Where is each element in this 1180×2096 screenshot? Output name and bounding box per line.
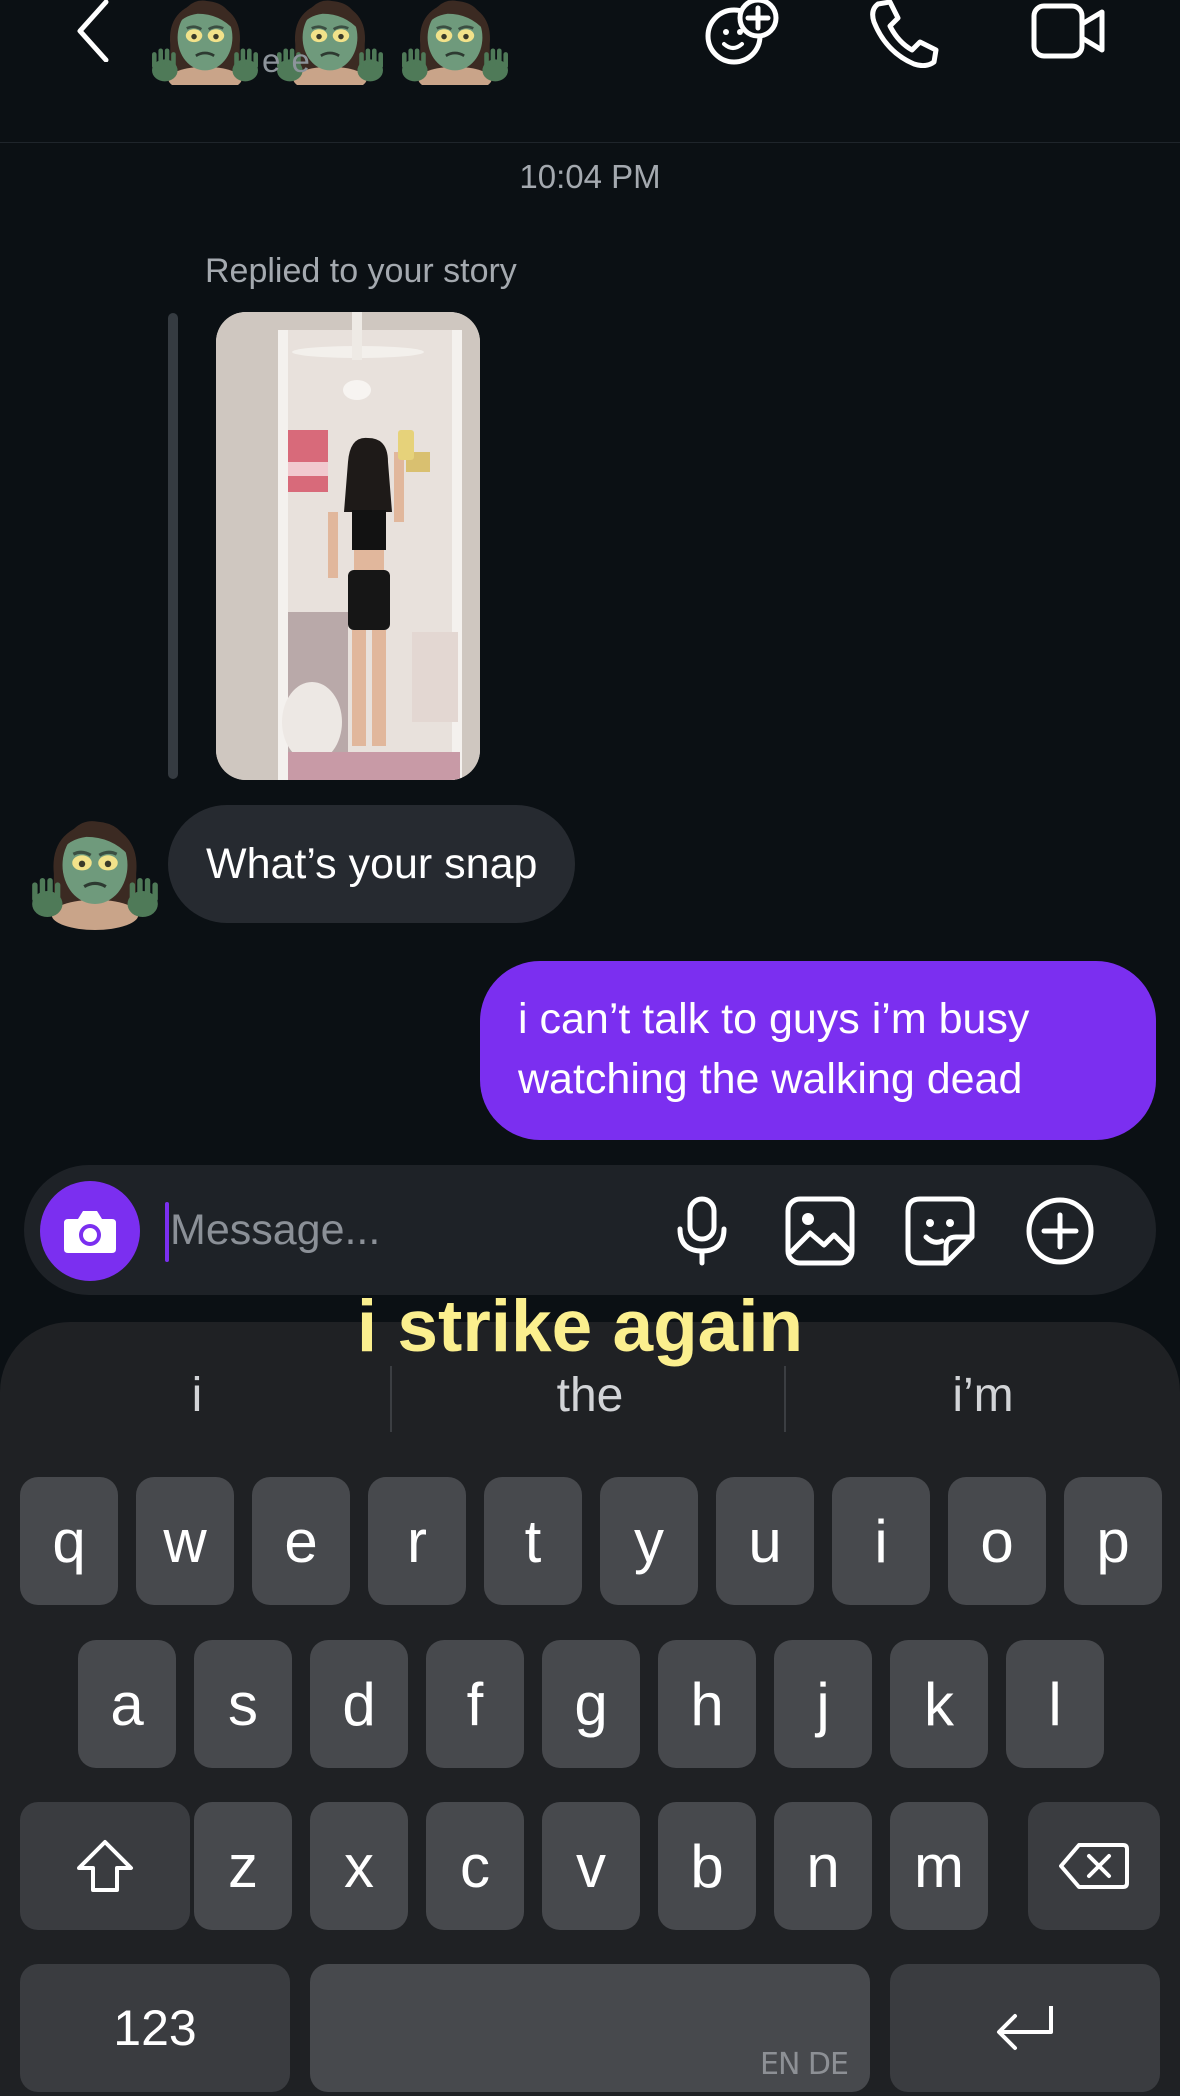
camera-button[interactable] [40, 1181, 140, 1281]
return-key[interactable] [890, 1964, 1160, 2092]
story-reply-label: Replied to your story [205, 252, 517, 290]
suggestion-divider [390, 1366, 392, 1432]
key-m[interactable]: m [890, 1802, 988, 1930]
key-q[interactable]: q [20, 1477, 118, 1605]
gallery-icon [785, 1196, 855, 1266]
outgoing-message-bubble[interactable]: i can’t talk to guys i’m busy watching t… [480, 961, 1156, 1140]
voice-message-button[interactable] [666, 1195, 738, 1267]
incoming-message-bubble[interactable]: What’s your snap [168, 805, 576, 923]
shift-icon [77, 1840, 133, 1892]
story-thumbnail[interactable] [216, 312, 480, 780]
key-d[interactable]: d [310, 1640, 408, 1768]
story-image [216, 312, 480, 780]
key-y[interactable]: y [600, 1477, 698, 1605]
suggestion-1[interactable]: i [27, 1368, 367, 1423]
suggestion-divider [784, 1366, 786, 1432]
key-w[interactable]: w [136, 1477, 234, 1605]
chat-header: e e [0, 0, 1180, 143]
key-c[interactable]: c [426, 1802, 524, 1930]
key-z[interactable]: z [194, 1802, 292, 1930]
group-avatars[interactable] [150, 0, 550, 85]
key-e[interactable]: e [252, 1477, 350, 1605]
key-h[interactable]: h [658, 1640, 756, 1768]
key-k[interactable]: k [890, 1640, 988, 1768]
sticker-button[interactable] [904, 1195, 976, 1267]
key-x[interactable]: x [310, 1802, 408, 1930]
key-r[interactable]: r [368, 1477, 466, 1605]
numbers-key[interactable]: 123 [20, 1964, 290, 2092]
camera-icon [64, 1211, 116, 1253]
audio-call-button[interactable] [866, 0, 956, 69]
reply-indicator-bar [168, 313, 178, 779]
key-t[interactable]: t [484, 1477, 582, 1605]
back-button[interactable] [70, 0, 120, 63]
gallery-button[interactable] [784, 1195, 856, 1267]
key-v[interactable]: v [542, 1802, 640, 1930]
key-u[interactable]: u [716, 1477, 814, 1605]
header-subtitle: e e [262, 42, 311, 79]
key-b[interactable]: b [658, 1802, 756, 1930]
phone-icon [870, 0, 939, 69]
key-g[interactable]: g [542, 1640, 640, 1768]
group-avatar-1 [150, 0, 260, 85]
suggestion-3[interactable]: i’m [813, 1368, 1153, 1423]
key-n[interactable]: n [774, 1802, 872, 1930]
message-composer [24, 1165, 1156, 1295]
keyboard: i the i’m q w e r t y u i o p a s d f g … [0, 1322, 1180, 2096]
backspace-key[interactable] [1028, 1802, 1160, 1930]
key-l[interactable]: l [1006, 1640, 1104, 1768]
language-indicator: EN DE [760, 2047, 849, 2082]
back-icon [77, 0, 109, 63]
key-a[interactable]: a [78, 1640, 176, 1768]
plus-icon [1026, 1197, 1094, 1265]
add-effect-button[interactable] [700, 0, 790, 68]
suggestion-2[interactable]: the [420, 1368, 760, 1423]
backspace-icon [1059, 1843, 1129, 1889]
video-icon [1031, 3, 1105, 59]
key-s[interactable]: s [194, 1640, 292, 1768]
key-f[interactable]: f [426, 1640, 524, 1768]
key-j[interactable]: j [774, 1640, 872, 1768]
microphone-icon [677, 1196, 727, 1266]
shift-key[interactable] [20, 1802, 190, 1930]
space-key[interactable]: EN DE [310, 1964, 870, 2092]
key-i[interactable]: i [832, 1477, 930, 1605]
group-avatar-3 [400, 0, 510, 85]
add-effect-icon [705, 0, 779, 65]
sticker-icon [905, 1196, 975, 1266]
return-icon [997, 2006, 1053, 2050]
key-p[interactable]: p [1064, 1477, 1162, 1605]
message-timestamp: 10:04 PM [519, 158, 661, 195]
key-o[interactable]: o [948, 1477, 1046, 1605]
message-input[interactable] [170, 1195, 670, 1265]
caption-overlay: i strike again [356, 1286, 804, 1367]
sender-avatar[interactable] [30, 800, 160, 930]
more-actions-button[interactable] [1024, 1195, 1096, 1267]
video-call-button[interactable] [1030, 0, 1120, 68]
text-cursor [165, 1202, 169, 1262]
